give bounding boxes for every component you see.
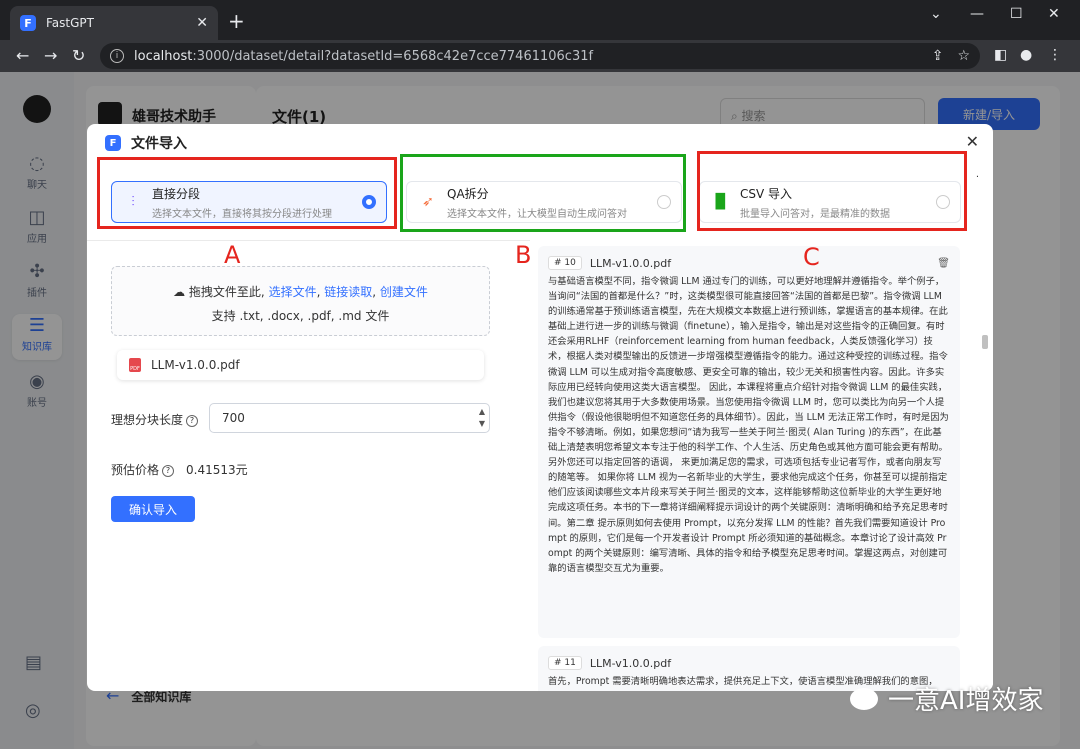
chunk-length-input[interactable]: 700 ▲ ▼ bbox=[209, 403, 490, 433]
chunk-file: LLM-v1.0.0.pdf bbox=[589, 656, 672, 670]
supported-types: 支持 .txt, .docx, .pdf, .md 文件 bbox=[211, 309, 390, 323]
annotation-letter-a: A bbox=[224, 241, 241, 269]
file-import-modal: F 文件导入 ✕ ⫶ 直接分段 选择文本文件，直接将其按分段进行处理 ➶ QA拆… bbox=[87, 124, 993, 691]
chunk-card: # 10 LLM-v1.0.0.pdf 🗑 与基础语言模型不同，指令微调 LLM… bbox=[538, 246, 960, 638]
chunk-index: # 11 bbox=[548, 656, 582, 670]
mode-card-csv-import[interactable]: ▉ CSV 导入 批量导入问答对，是最精准的数据 bbox=[699, 181, 961, 223]
price-value: 0.41513元 bbox=[186, 463, 248, 477]
mode-title: 直接分段 bbox=[152, 186, 201, 201]
modal-logo-icon: F bbox=[105, 135, 121, 151]
confirm-import-button[interactable]: 确认导入 bbox=[111, 496, 195, 522]
rocket-icon: ➶ bbox=[422, 194, 434, 210]
tab-title: FastGPT bbox=[46, 16, 94, 30]
mode-radio-qa[interactable] bbox=[657, 195, 671, 209]
sidepanel-icon[interactable]: ◧ bbox=[994, 47, 1007, 63]
mode-selector: ⫶ 直接分段 选择文本文件，直接将其按分段进行处理 ➶ QA拆分 选择文本文件，… bbox=[87, 162, 993, 240]
wechat-icon bbox=[850, 687, 878, 710]
select-file-link[interactable]: 选择文件 bbox=[269, 285, 317, 299]
app-viewport: ◌ 聊天 ◫ 应用 ✣ 插件 ☰ 知识库 ◉ 账号 ▤ ◎ 雄哥技术助手 ← 全部… bbox=[0, 72, 1080, 749]
create-file-link[interactable]: 创建文件 bbox=[380, 285, 428, 299]
uploaded-file-card[interactable]: PDF LLM-v1.0.0.pdf bbox=[117, 350, 484, 380]
upload-icon: ☁ bbox=[173, 285, 186, 299]
forward-icon[interactable]: → bbox=[44, 46, 57, 65]
site-info-icon[interactable]: i bbox=[110, 49, 124, 63]
chunk-file: LLM-v1.0.0.pdf bbox=[589, 256, 672, 270]
mode-desc: 选择文本文件，让大模型自动生成问答对 bbox=[447, 208, 627, 220]
minimize-icon[interactable]: — bbox=[970, 6, 984, 22]
dropzone-text: 拖拽文件至此, bbox=[188, 285, 265, 299]
chunk-index: # 10 bbox=[548, 256, 582, 270]
help-icon[interactable]: ? bbox=[162, 465, 175, 477]
annotation-letter-c: C bbox=[803, 243, 820, 271]
scrollbar[interactable] bbox=[982, 335, 988, 349]
mode-desc: 选择文本文件，直接将其按分段进行处理 bbox=[152, 208, 332, 220]
window-close-icon[interactable]: ✕ bbox=[1048, 6, 1060, 22]
mode-radio-csv[interactable] bbox=[936, 195, 950, 209]
tab-search-icon[interactable]: ⌄ bbox=[930, 6, 942, 22]
mode-title: QA拆分 bbox=[447, 186, 489, 201]
mode-title: CSV 导入 bbox=[740, 186, 793, 201]
bookmark-star-icon[interactable]: ☆ bbox=[957, 48, 970, 64]
mode-radio-direct[interactable] bbox=[362, 195, 376, 209]
browser-tab[interactable]: F FastGPT ✕ bbox=[10, 6, 218, 40]
split-icon: ⫶ bbox=[131, 194, 135, 210]
annotation-letter-b: B bbox=[515, 241, 532, 269]
url-read-link[interactable]: 链接读取 bbox=[324, 285, 372, 299]
chunk-preview[interactable]: # 10 LLM-v1.0.0.pdf 🗑 与基础语言模型不同，指令微调 LLM… bbox=[530, 240, 993, 691]
modal-title: 文件导入 bbox=[131, 136, 187, 152]
menu-kebab-icon[interactable]: ⋮ bbox=[1048, 47, 1062, 63]
price-label: 预估价格? bbox=[111, 461, 175, 478]
help-icon[interactable]: ? bbox=[186, 415, 199, 427]
fastgpt-logo-icon: F bbox=[20, 15, 36, 31]
pdf-file-icon: PDF bbox=[129, 358, 141, 372]
modal-close-icon[interactable]: ✕ bbox=[966, 132, 979, 151]
back-icon[interactable]: ← bbox=[16, 46, 29, 65]
file-dropzone[interactable]: ☁ 拖拽文件至此, 选择文件, 链接读取, 创建文件 支持 .txt, .doc… bbox=[111, 266, 490, 336]
reload-icon[interactable]: ↻ bbox=[72, 46, 85, 65]
browser-titlebar: F FastGPT ✕ + ⌄ — ☐ ✕ bbox=[0, 0, 1080, 40]
modal-header: F 文件导入 ✕ bbox=[87, 124, 993, 162]
chunk-length-label: 理想分块长度? bbox=[111, 411, 199, 428]
mode-card-direct-chunk[interactable]: ⫶ 直接分段 选择文本文件，直接将其按分段进行处理 bbox=[111, 181, 387, 223]
share-icon[interactable]: ⇪ bbox=[932, 48, 944, 64]
new-tab-icon[interactable]: + bbox=[228, 10, 245, 32]
file-name: LLM-v1.0.0.pdf bbox=[151, 358, 240, 372]
trash-icon[interactable]: 🗑 bbox=[937, 258, 950, 269]
browser-toolbar: ← → ↻ i localhost:3000/dataset/detail?da… bbox=[0, 40, 1080, 72]
tab-close-icon[interactable]: ✕ bbox=[196, 15, 208, 31]
url-text: localhost:3000/dataset/detail?datasetId=… bbox=[134, 48, 594, 64]
maximize-icon[interactable]: ☐ bbox=[1010, 6, 1023, 22]
chunk-text: 与基础语言模型不同，指令微调 LLM 通过专门的训练，可以更好地理解并遵循指令。… bbox=[548, 276, 949, 574]
profile-icon[interactable]: ● bbox=[1020, 47, 1032, 63]
more-dots-icon: · bbox=[975, 172, 979, 183]
mode-desc: 批量导入问答对，是最精准的数据 bbox=[740, 208, 890, 220]
watermark: 一意AI增效家 bbox=[850, 680, 1043, 717]
chunk-length-value: 700 bbox=[222, 411, 245, 425]
csv-file-icon: ▉ bbox=[715, 194, 727, 210]
number-stepper[interactable]: ▲ ▼ bbox=[479, 406, 485, 430]
url-bar[interactable]: i localhost:3000/dataset/detail?datasetI… bbox=[100, 43, 980, 69]
mode-card-qa-split[interactable]: ➶ QA拆分 选择文本文件，让大模型自动生成问答对 bbox=[406, 181, 682, 223]
